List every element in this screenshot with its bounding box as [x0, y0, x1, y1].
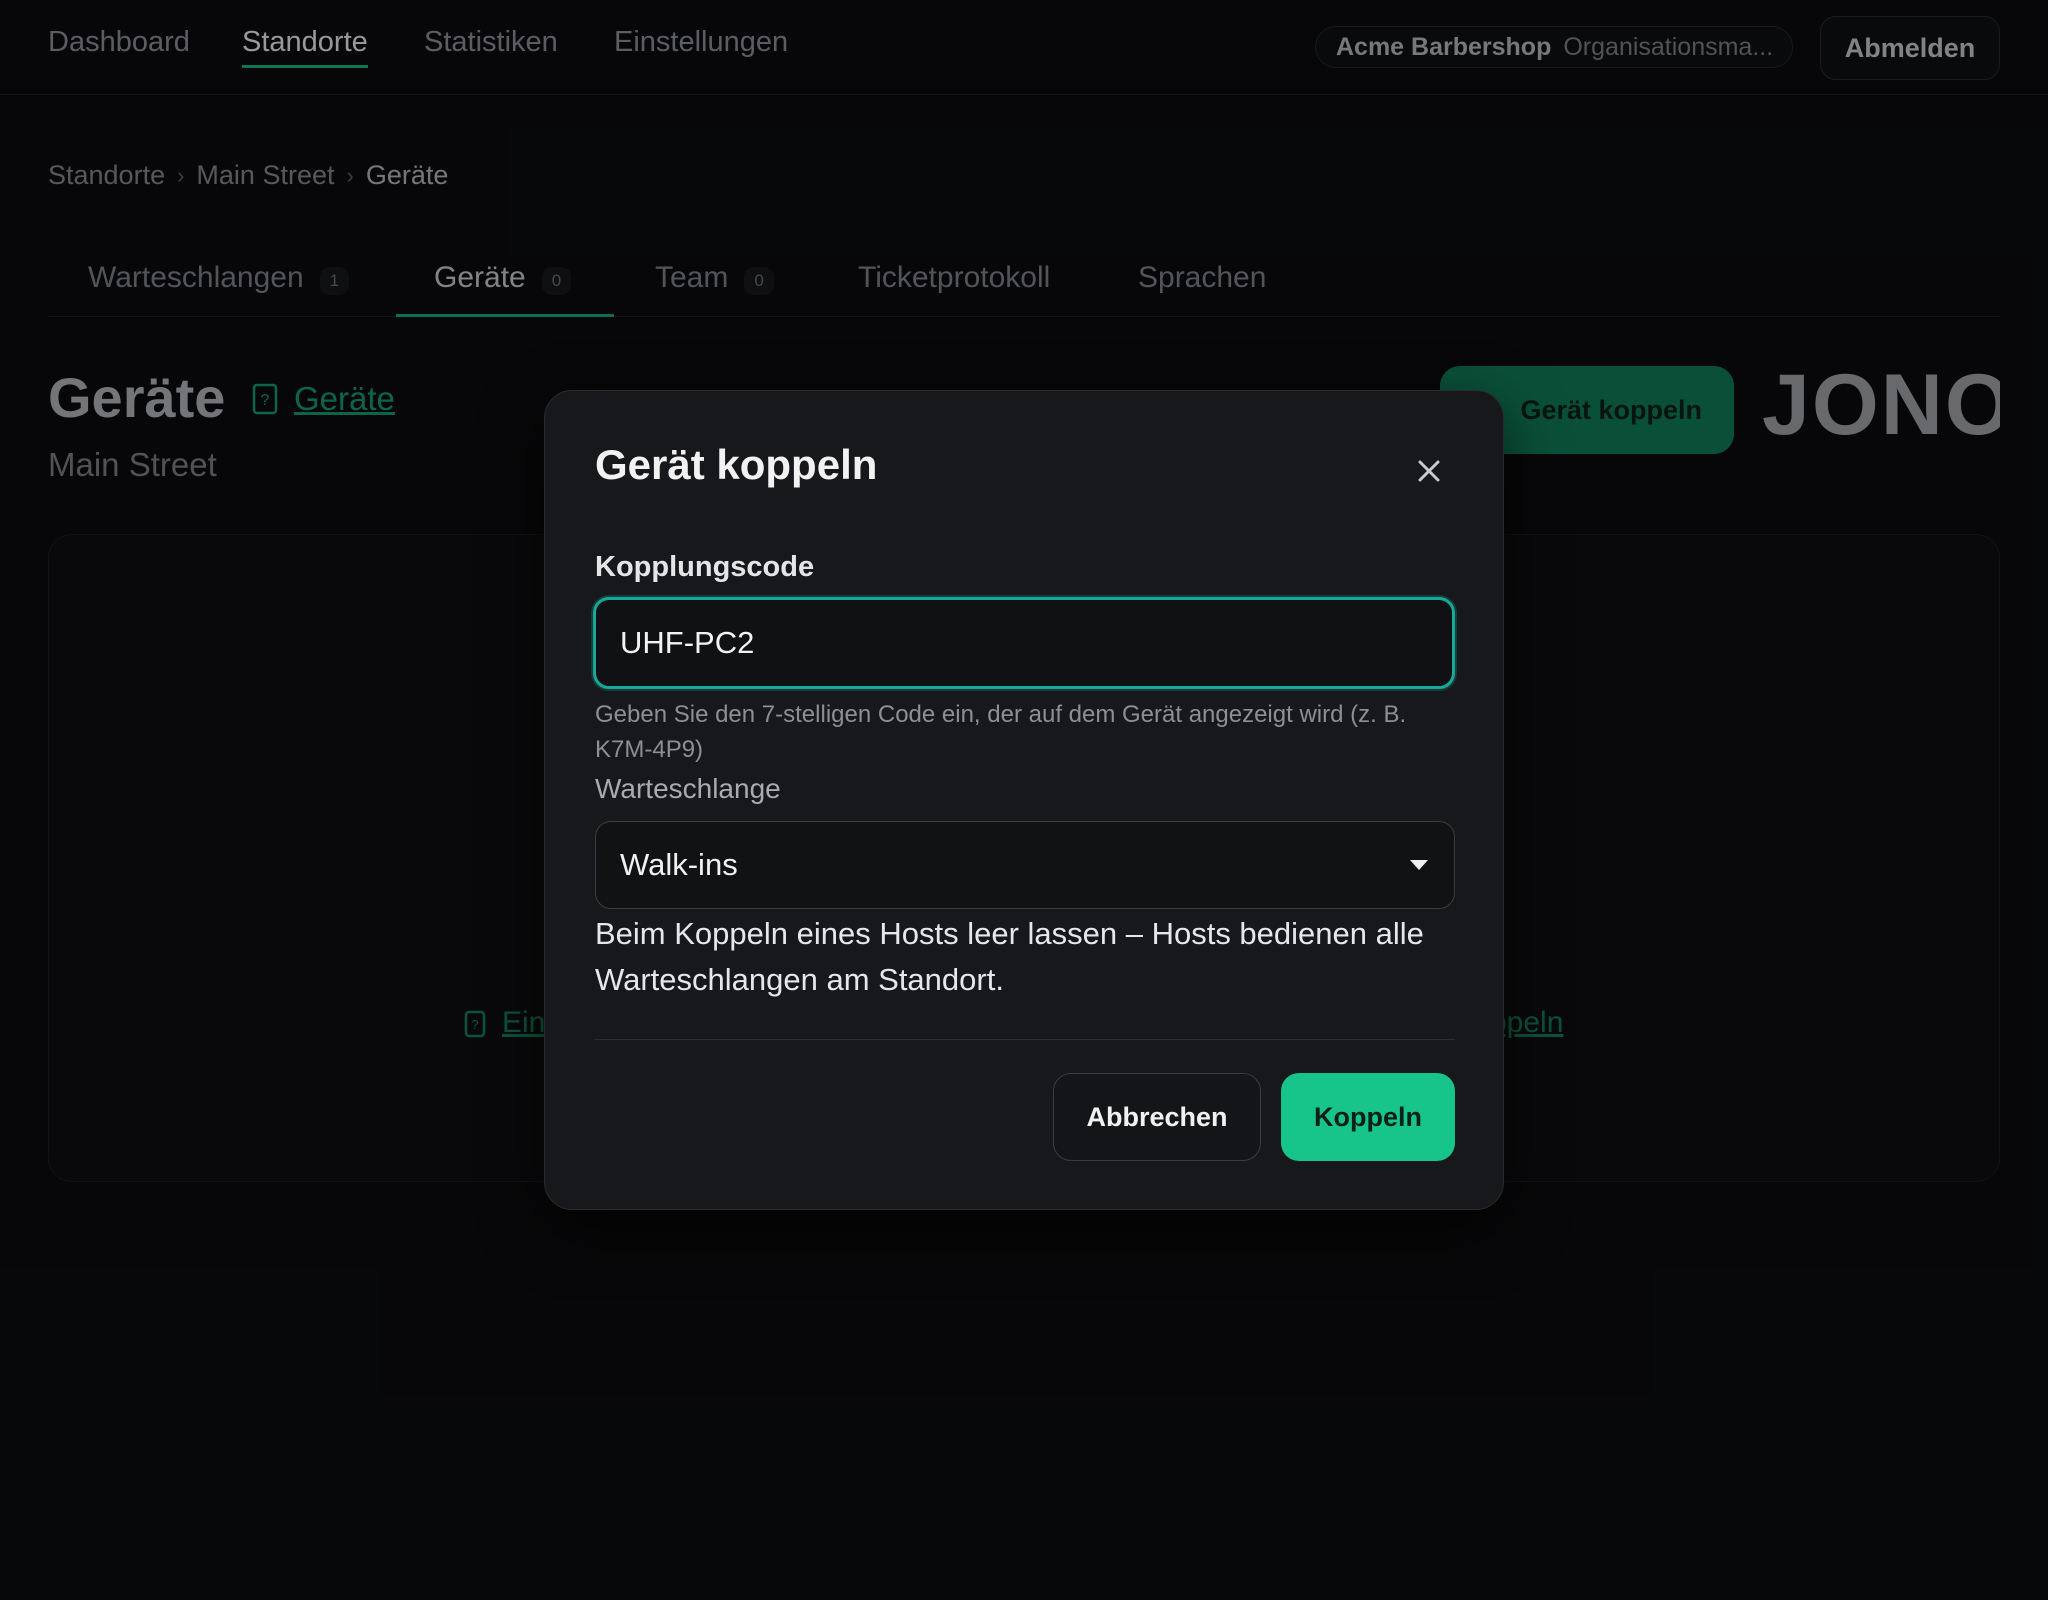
- close-icon[interactable]: [1407, 449, 1451, 493]
- pairing-code-input[interactable]: [593, 597, 1455, 689]
- modal-divider: [595, 1039, 1455, 1040]
- queue-select[interactable]: Walk-ins: [595, 821, 1455, 909]
- submit-pair-button[interactable]: Koppeln: [1281, 1073, 1455, 1161]
- queue-label: Warteschlange: [595, 773, 781, 804]
- queue-selected-value: Walk-ins: [620, 847, 738, 882]
- chevron-down-icon: [1410, 860, 1428, 870]
- pairing-code-label: Kopplungscode: [595, 551, 815, 583]
- pairing-code-hint: Geben Sie den 7-stelligen Code ein, der …: [595, 701, 1407, 763]
- pair-device-modal: Gerät koppeln Kopplungscode Geben Sie de…: [544, 390, 1504, 1210]
- modal-title: Gerät koppeln: [595, 441, 878, 488]
- queue-help-text: Beim Koppeln eines Hosts leer lassen – H…: [595, 916, 1424, 997]
- cancel-button[interactable]: Abbrechen: [1053, 1073, 1261, 1161]
